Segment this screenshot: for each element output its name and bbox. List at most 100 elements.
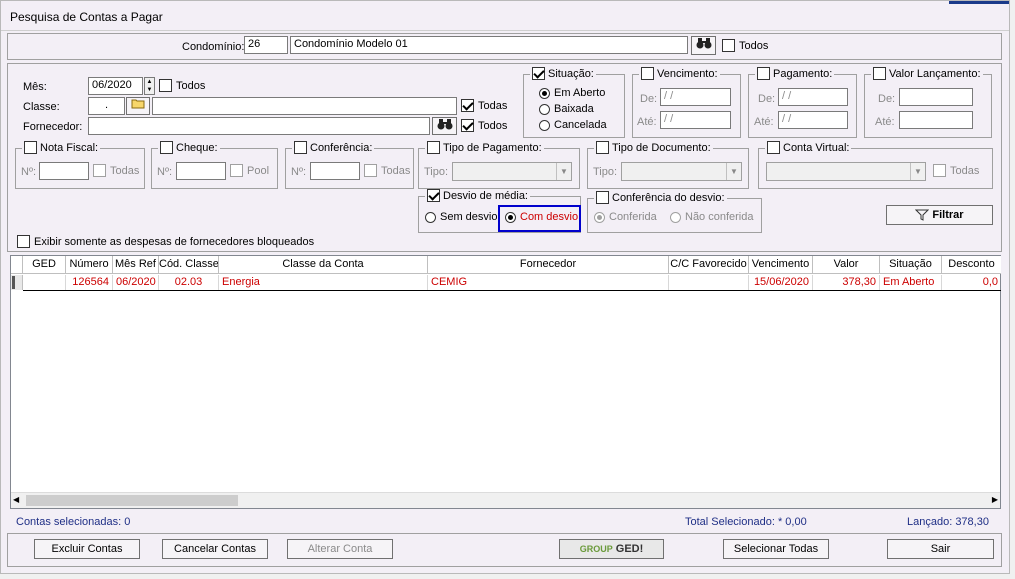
conta-virtual-select[interactable]: ▼ (766, 162, 926, 181)
conferencia-checkbox[interactable]: Conferência: (292, 141, 375, 154)
radio-em-aberto[interactable]: Em Aberto (539, 87, 605, 99)
cell-ged (23, 275, 66, 290)
vencimento-ate-label: Até: (637, 116, 657, 128)
col-situacao[interactable]: Situação (880, 256, 942, 274)
valor-ate-input[interactable] (899, 111, 973, 129)
radio-com-desvio[interactable]: Com desvio (505, 211, 578, 223)
conferencia-todas-checkbox[interactable]: Todas (364, 164, 410, 177)
cheque-input[interactable] (176, 162, 226, 180)
vencimento-de-label: De: (640, 93, 658, 105)
col-mes-ref[interactable]: Mês Ref (113, 256, 159, 274)
col-fornecedor[interactable]: Fornecedor (428, 256, 669, 274)
cell-situacao: Em Aberto (880, 275, 942, 290)
vencimento-checkbox[interactable]: Vencimento: (639, 67, 720, 80)
pagamento-de-input[interactable]: / / (778, 88, 848, 106)
nota-fiscal-input[interactable] (39, 162, 89, 180)
conferencia-no-label: Nº: (291, 166, 307, 178)
row-border (23, 290, 1001, 291)
situacao-checkbox[interactable]: Situação: (530, 67, 596, 80)
selecionar-todas-button[interactable]: Selecionar Todas (723, 539, 829, 559)
condominio-label: Condomínio: (182, 41, 245, 53)
classe-todas-checkbox[interactable]: Todas (461, 99, 507, 112)
radio-cancelada[interactable]: Cancelada (539, 119, 607, 131)
tipo-pagamento-label: Tipo: (424, 166, 449, 178)
filtrar-button[interactable]: Filtrar (886, 205, 993, 225)
cheque-checkbox[interactable]: Cheque: (158, 141, 220, 154)
col-cod-classe[interactable]: Cód. Classe (159, 256, 219, 274)
lancado-total: Lançado: 378,30 (907, 516, 989, 528)
fornecedor-todos-checkbox[interactable]: Todos (461, 119, 507, 132)
valor-de-input[interactable] (899, 88, 973, 106)
tipo-documento-label: Tipo: (593, 166, 618, 178)
window-title: Pesquisa de Contas a Pagar (10, 10, 163, 24)
desvio-checkbox[interactable]: Desvio de média: (425, 189, 530, 202)
condominio-code-input[interactable]: 26 (244, 36, 288, 54)
vencimento-de-input[interactable]: / / (660, 88, 731, 106)
mes-todos-checkbox[interactable]: Todos (159, 79, 205, 92)
button-panel (7, 533, 1002, 567)
cell-numero: 126564 (66, 275, 113, 290)
folder-icon[interactable] (126, 97, 150, 115)
nota-fiscal-todas-checkbox[interactable]: Todas (93, 164, 139, 177)
mes-input[interactable]: 06/2020 (88, 77, 143, 95)
scroll-right-icon[interactable]: ▶ (992, 495, 998, 504)
excluir-contas-button[interactable]: Excluir Contas (34, 539, 140, 559)
col-vencimento[interactable]: Vencimento (749, 256, 813, 274)
nota-fiscal-checkbox[interactable]: Nota Fiscal: (22, 141, 101, 154)
classe-code-input[interactable]: . (88, 97, 125, 115)
fornecedor-search-icon[interactable] (432, 117, 457, 135)
classe-name-input[interactable] (152, 97, 457, 115)
col-numero[interactable]: Número (66, 256, 113, 274)
cheque-pool-checkbox[interactable]: Pool (230, 164, 269, 177)
filtrar-label: Filtrar (932, 209, 964, 221)
scroll-left-icon[interactable]: ◀ (13, 495, 19, 504)
fornecedor-input[interactable] (88, 117, 430, 135)
alterar-conta-button[interactable]: Alterar Conta (287, 539, 393, 559)
ged-text: GED! (615, 543, 644, 555)
chevron-down-icon: ▼ (556, 163, 571, 180)
binoculars-icon[interactable] (691, 36, 716, 55)
group-ged-button[interactable]: GROUP GED! (559, 539, 664, 559)
valor-checkbox[interactable]: Valor Lançamento: (871, 67, 983, 80)
nota-fiscal-no-label: Nº: (21, 166, 37, 178)
col-desconto[interactable]: Desconto (942, 256, 1001, 274)
radio-sem-desvio[interactable]: Sem desvio (425, 211, 497, 223)
pagamento-checkbox[interactable]: Pagamento: (755, 67, 835, 80)
pagamento-ate-label: Até: (754, 116, 774, 128)
conferencia-input[interactable] (310, 162, 360, 180)
row-indicator (11, 275, 23, 290)
radio-baixada[interactable]: Baixada (539, 103, 594, 115)
ged-brand-text: GROUP (579, 544, 613, 554)
cancelar-contas-button[interactable]: Cancelar Contas (162, 539, 268, 559)
col-cc-favorecido[interactable]: C/C Favorecido (669, 256, 749, 274)
col-classe-conta[interactable]: Classe da Conta (219, 256, 428, 274)
total-selecionado: Total Selecionado: * 0,00 (685, 516, 807, 528)
vencimento-ate-input[interactable]: / / (660, 111, 731, 129)
condominio-name-input[interactable]: Condomínio Modelo 01 (290, 36, 688, 54)
tipo-pagamento-checkbox[interactable]: Tipo de Pagamento: (425, 141, 544, 154)
bloqueados-checkbox[interactable]: Exibir somente as despesas de fornecedor… (17, 235, 314, 248)
horizontal-scrollbar[interactable]: ◀ ▶ (11, 492, 1000, 508)
col-valor[interactable]: Valor (813, 256, 880, 274)
radio-nao-conferida[interactable]: Não conferida (670, 211, 754, 223)
mes-spinner[interactable]: ▲ ▼ (144, 77, 155, 95)
valor-ate-label: Até: (875, 116, 895, 128)
cell-mes-ref: 06/2020 (113, 275, 159, 290)
tipo-pagamento-select[interactable]: ▼ (452, 162, 572, 181)
conta-virtual-todas-checkbox[interactable]: Todas (933, 164, 979, 177)
cell-valor: 378,30 (813, 275, 880, 290)
scrollbar-thumb[interactable] (26, 495, 238, 506)
cell-vencimento: 15/06/2020 (749, 275, 813, 290)
window: Pesquisa de Contas a Pagar Condomínio: 2… (0, 0, 1010, 574)
pagamento-ate-input[interactable]: / / (778, 111, 848, 129)
sair-button[interactable]: Sair (887, 539, 994, 559)
tipo-documento-checkbox[interactable]: Tipo de Documento: (594, 141, 713, 154)
col-ged[interactable]: GED (23, 256, 66, 274)
cell-cc (669, 275, 749, 290)
conf-desvio-checkbox[interactable]: Conferência do desvio: (594, 191, 727, 204)
condominio-todos-checkbox[interactable]: Todos (722, 39, 768, 52)
contas-grid[interactable]: GED Número Mês Ref Cód. Classe Classe da… (10, 255, 1001, 509)
radio-conferida[interactable]: Conferida (594, 211, 657, 223)
conta-virtual-checkbox[interactable]: Conta Virtual: (765, 141, 852, 154)
tipo-documento-select[interactable]: ▼ (621, 162, 742, 181)
